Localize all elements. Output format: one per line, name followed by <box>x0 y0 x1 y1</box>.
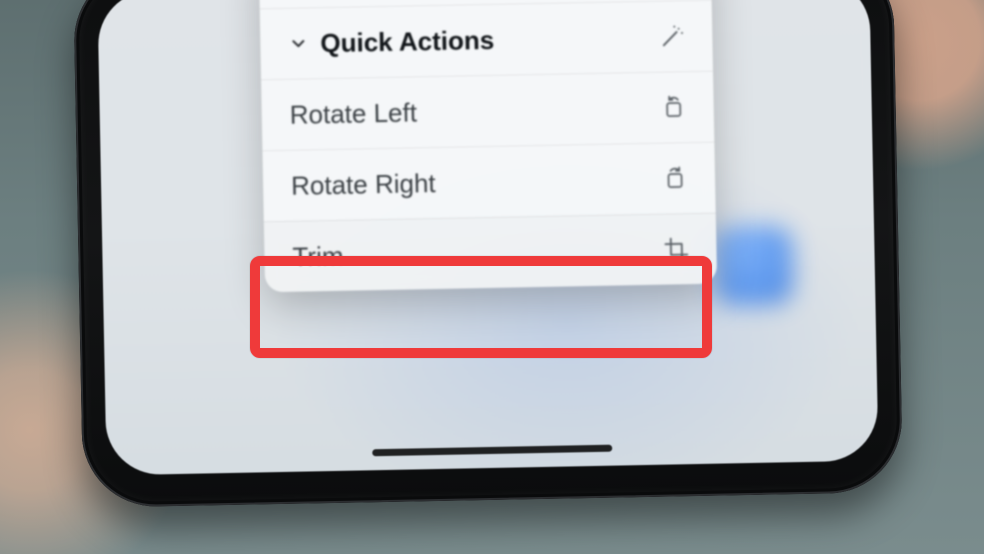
chevron-down-icon <box>288 33 308 53</box>
phone-body: Tags... Quick Actions <box>73 0 903 508</box>
scene: Tags... Quick Actions <box>0 0 984 554</box>
menu-item-trim[interactable]: Trim <box>264 213 717 293</box>
phone-screen: Tags... Quick Actions <box>97 0 878 475</box>
rotate-left-icon <box>655 94 691 121</box>
home-indicator[interactable] <box>372 445 612 457</box>
quick-actions-popover: Tags... Quick Actions <box>259 0 718 292</box>
menu-item-rotate-right[interactable]: Rotate Right <box>262 142 715 222</box>
crop-icon <box>658 236 694 263</box>
menu-item-label: Trim <box>292 234 659 272</box>
section-title: Quick Actions <box>320 21 655 58</box>
background-app-icon <box>714 226 793 305</box>
rotate-right-icon <box>657 165 693 192</box>
menu-item-rotate-left[interactable]: Rotate Left <box>261 71 714 151</box>
quick-actions-icon <box>654 23 690 50</box>
menu-item-label: Rotate Right <box>291 163 658 201</box>
quick-actions-header[interactable]: Quick Actions <box>260 0 713 79</box>
menu-item-label: Rotate Left <box>289 92 656 130</box>
